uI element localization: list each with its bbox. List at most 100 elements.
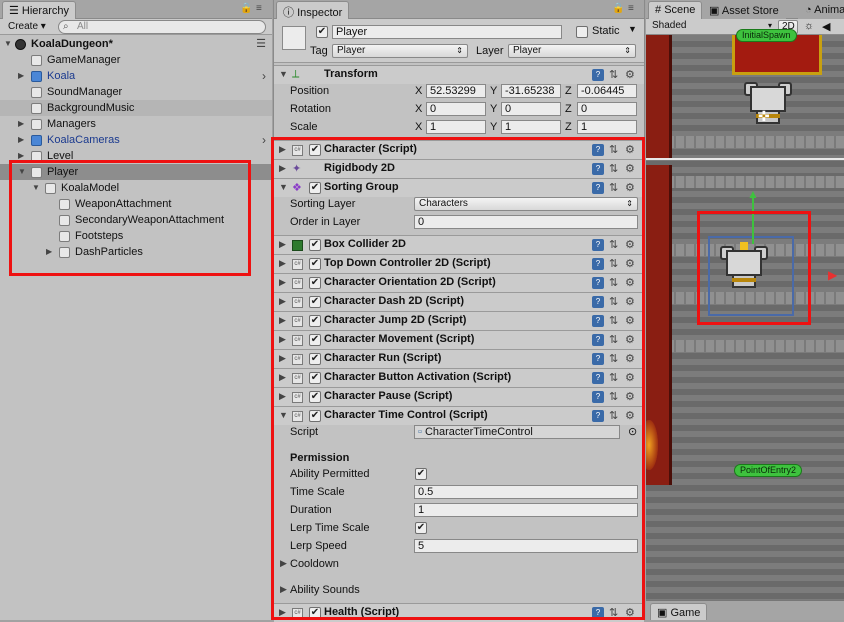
component-character-pause[interactable]: ▶ c# ✔ Character Pause (Script) ? ⇅ ⚙ xyxy=(274,387,644,406)
preset-icon[interactable]: ⇅ xyxy=(609,144,618,156)
collapsed-arrow-icon[interactable]: ▶ xyxy=(279,296,286,307)
help-icon[interactable]: ? xyxy=(592,334,604,346)
collapsed-arrow-icon[interactable]: ▶ xyxy=(279,391,286,402)
help-icon[interactable]: ? xyxy=(592,607,604,619)
lerp-time-scale-checkbox[interactable]: ✔ xyxy=(415,522,427,534)
help-icon[interactable]: ? xyxy=(592,144,604,156)
collapsed-arrow-icon[interactable]: ▶ xyxy=(18,148,24,164)
help-icon[interactable]: ? xyxy=(592,277,604,289)
static-checkbox[interactable] xyxy=(576,26,588,38)
ability-permitted-checkbox[interactable]: ✔ xyxy=(415,468,427,480)
gear-icon[interactable]: ⚙ xyxy=(625,391,635,403)
component-enabled-checkbox[interactable]: ✔ xyxy=(309,182,321,194)
expand-arrow-icon[interactable]: ▼ xyxy=(279,182,288,192)
expand-arrow-icon[interactable]: ▼ xyxy=(4,36,12,52)
move-right-arrow-icon[interactable]: ▶ xyxy=(828,268,837,282)
help-icon[interactable]: ? xyxy=(592,372,604,384)
position-z-field[interactable]: -0.06445 xyxy=(577,84,637,98)
component-character-jump-2d[interactable]: ▶ c# ✔ Character Jump 2D (Script) ? ⇅ ⚙ xyxy=(274,311,644,330)
component-character-movement[interactable]: ▶ c# ✔ Character Movement (Script) ? ⇅ ⚙ xyxy=(274,330,644,349)
help-icon[interactable]: ? xyxy=(592,258,604,270)
hierarchy-search-input[interactable]: ⌕ All xyxy=(58,20,266,34)
expand-arrow-icon[interactable]: ▼ xyxy=(32,180,40,196)
component-character-button-activation[interactable]: ▶ c# ✔ Character Button Activation (Scri… xyxy=(274,368,644,387)
hierarchy-item-weaponattachment[interactable]: WeaponAttachment xyxy=(0,196,272,212)
hierarchy-item-footsteps[interactable]: Footsteps xyxy=(0,228,272,244)
object-picker-icon[interactable]: ⊙ xyxy=(628,425,637,438)
hierarchy-item-koalamodel[interactable]: ▼ KoalaModel xyxy=(0,180,272,196)
hierarchy-item-level[interactable]: ▶ Level xyxy=(0,148,272,164)
sorting-layer-select[interactable]: Characters ⇕ xyxy=(414,197,638,211)
koala-sprite-spawn[interactable]: ✜ xyxy=(744,80,792,126)
collapsed-arrow-icon[interactable]: ▶ xyxy=(46,244,52,260)
gear-icon[interactable]: ⚙ xyxy=(625,334,635,346)
tab-asset-store[interactable]: ▣ Asset Store xyxy=(702,1,786,19)
preset-icon[interactable]: ⇅ xyxy=(609,277,618,289)
help-icon[interactable]: ? xyxy=(592,182,604,194)
script-reference-field[interactable]: ▫ CharacterTimeControl xyxy=(414,425,620,439)
component-enabled-checkbox[interactable]: ✔ xyxy=(309,296,321,308)
help-icon[interactable]: ? xyxy=(592,410,604,422)
hierarchy-item-player[interactable]: ▼ Player xyxy=(0,164,272,180)
collapsed-arrow-icon[interactable]: ▶ xyxy=(279,144,286,155)
preset-icon[interactable]: ⇅ xyxy=(609,163,618,175)
order-in-layer-field[interactable]: 0 xyxy=(414,215,638,229)
component-rigidbody2d[interactable]: ▶ ✦ Rigidbody 2D ? ⇅ ⚙ xyxy=(274,159,644,178)
lerp-speed-field[interactable]: 5 xyxy=(414,539,638,553)
gear-icon[interactable]: ⚙ xyxy=(625,277,635,289)
gear-icon[interactable]: ⚙ xyxy=(625,163,635,175)
cooldown-foldout[interactable]: Cooldown xyxy=(290,558,339,570)
scale-z-field[interactable]: 1 xyxy=(577,120,637,134)
move-up-arrow-icon[interactable]: ▲ xyxy=(747,187,759,201)
component-enabled-checkbox[interactable]: ✔ xyxy=(309,315,321,327)
collapsed-arrow-icon[interactable]: ▶ xyxy=(279,607,286,618)
preset-icon[interactable]: ⇅ xyxy=(609,391,618,403)
component-health[interactable]: ▶ c# ✔ Health (Script) ? ⇅ ⚙ xyxy=(274,603,644,622)
component-enabled-checkbox[interactable]: ✔ xyxy=(309,607,321,619)
hierarchy-item-koala[interactable]: ▶ Koala › xyxy=(0,68,272,84)
help-icon[interactable]: ? xyxy=(592,239,604,251)
hierarchy-item-dashparticles[interactable]: ▶ DashParticles xyxy=(0,244,272,260)
collapsed-arrow-icon[interactable]: ▶ xyxy=(279,334,286,345)
help-icon[interactable]: ? xyxy=(592,69,604,81)
collapsed-arrow-icon[interactable]: ▶ xyxy=(279,258,286,269)
hierarchy-item-soundmanager[interactable]: SoundManager xyxy=(0,84,272,100)
expand-arrow-icon[interactable]: ▼ xyxy=(279,69,288,79)
expand-arrow-icon[interactable]: ▼ xyxy=(279,410,288,420)
preset-icon[interactable]: ⇅ xyxy=(609,410,618,422)
tab-menu-icon[interactable]: ≡ xyxy=(256,3,262,14)
gear-icon[interactable]: ⚙ xyxy=(625,144,635,156)
preset-icon[interactable]: ⇅ xyxy=(609,69,618,81)
koala-sprite-player[interactable] xyxy=(720,242,768,290)
collapsed-arrow-icon[interactable]: ▶ xyxy=(280,584,287,595)
rotation-y-field[interactable]: 0 xyxy=(501,102,561,116)
active-checkbox[interactable]: ✔ xyxy=(316,26,328,38)
help-icon[interactable]: ? xyxy=(592,315,604,327)
gear-icon[interactable]: ⚙ xyxy=(625,372,635,384)
hierarchy-item-koalacameras[interactable]: ▶ KoalaCameras › xyxy=(0,132,272,148)
position-y-field[interactable]: -31.65238 xyxy=(501,84,561,98)
time-scale-field[interactable]: 0.5 xyxy=(414,485,638,499)
layer-select[interactable]: Player ⇕ xyxy=(508,44,636,58)
scene-root-row[interactable]: ▼ KoalaDungeon* ☰ xyxy=(0,36,272,52)
duration-field[interactable]: 1 xyxy=(414,503,638,517)
preset-icon[interactable]: ⇅ xyxy=(609,239,618,251)
tab-hierarchy[interactable]: ☰ Hierarchy xyxy=(2,1,76,19)
help-icon[interactable]: ? xyxy=(592,353,604,365)
tab-game[interactable]: ▣ Game xyxy=(650,603,708,620)
component-enabled-checkbox[interactable]: ✔ xyxy=(309,410,321,422)
lighting-toggle-icon[interactable]: ☼ xyxy=(804,20,814,32)
chevron-down-icon[interactable]: ▼ xyxy=(628,24,637,34)
hierarchy-item-managers[interactable]: ▶ Managers xyxy=(0,116,272,132)
expand-arrow-icon[interactable]: ▼ xyxy=(18,164,26,180)
tag-select[interactable]: Player ⇕ xyxy=(332,44,468,58)
gear-icon[interactable]: ⚙ xyxy=(625,239,635,251)
component-character-time-control[interactable]: ▼ c# ✔ Character Time Control (Script) ?… xyxy=(274,406,644,425)
component-enabled-checkbox[interactable]: ✔ xyxy=(309,258,321,270)
collapsed-arrow-icon[interactable]: ▶ xyxy=(279,372,286,383)
position-x-field[interactable]: 52.53299 xyxy=(426,84,486,98)
hierarchy-item-secondaryweaponattachment[interactable]: SecondaryWeaponAttachment xyxy=(0,212,272,228)
collapsed-arrow-icon[interactable]: ▶ xyxy=(279,315,286,326)
gear-icon[interactable]: ⚙ xyxy=(625,182,635,194)
component-top-down-controller-2d[interactable]: ▶ c# ✔ Top Down Controller 2D (Script) ?… xyxy=(274,254,644,273)
